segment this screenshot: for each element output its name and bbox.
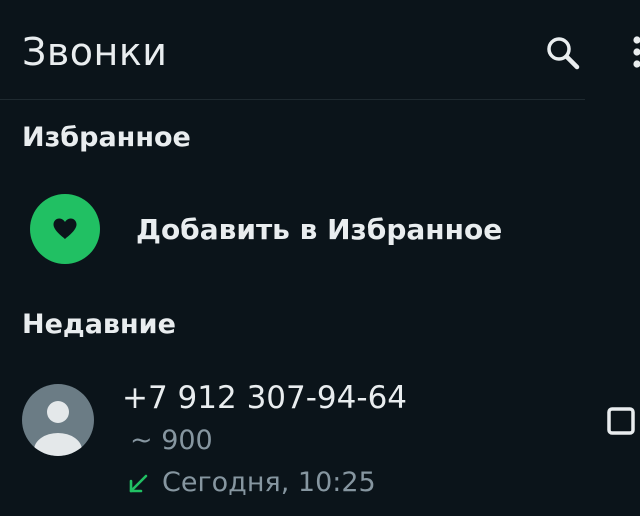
favorites-section-title: Избранное	[22, 122, 191, 153]
call-list-item[interactable]: +7 912 307-94-64 ~ 900 Сегодня, 10:25	[0, 370, 640, 516]
call-contact-name: +7 912 307-94-64	[122, 380, 408, 416]
call-subtitle: ~ 900	[130, 425, 213, 456]
search-icon[interactable]	[544, 34, 582, 72]
call-time: Сегодня, 10:25	[162, 467, 376, 498]
incoming-arrow-icon	[126, 472, 150, 496]
page-title: Звонки	[22, 30, 168, 74]
video-call-icon[interactable]	[606, 406, 640, 436]
heart-icon	[53, 218, 77, 239]
app-bar-divider	[0, 99, 585, 100]
more-vert-icon[interactable]	[630, 36, 640, 70]
add-favorite-label: Добавить в Избранное	[136, 213, 503, 246]
app-bar: Звонки	[0, 0, 640, 100]
add-favorite-avatar	[30, 194, 100, 264]
default-avatar-icon[interactable]	[22, 384, 94, 456]
add-favorite-row[interactable]: Добавить в Избранное	[0, 188, 640, 278]
recent-section-title: Недавние	[22, 309, 176, 340]
